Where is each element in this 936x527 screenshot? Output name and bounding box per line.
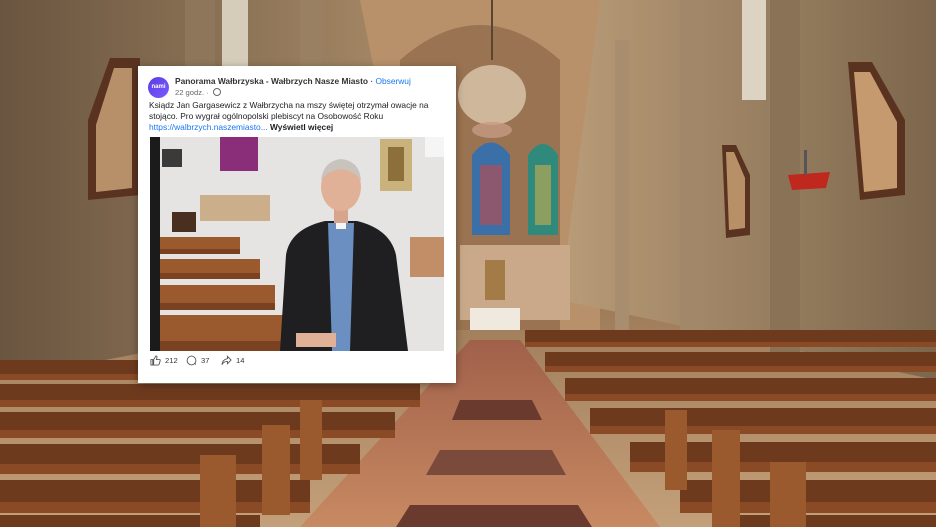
comment-count: 37 — [201, 356, 210, 365]
comment-button[interactable]: 37 — [186, 355, 209, 366]
page-name-link[interactable]: Panorama Wałbrzyska - Wałbrzych Nasze Mi… — [175, 76, 368, 86]
post-timestamp[interactable]: 22 godz. · — [175, 88, 221, 97]
thumbs-up-icon — [150, 355, 161, 366]
post-link[interactable]: https://walbrzych.naszemiasto... — [149, 122, 268, 132]
timestamp-separator: · — [206, 88, 209, 97]
share-button[interactable]: 14 — [221, 355, 244, 366]
page-avatar[interactable]: nami — [148, 77, 169, 98]
share-arrow-icon — [221, 355, 232, 365]
priest-photo-illustration — [150, 137, 444, 351]
social-post-card: nami Panorama Wałbrzyska - Wałbrzych Nas… — [138, 66, 456, 383]
comment-bubble-icon — [186, 355, 197, 366]
like-button[interactable]: 212 — [150, 355, 178, 366]
post-photo[interactable] — [150, 137, 444, 351]
post-body-text: Ksiądz Jan Gargasewicz z Wałbrzycha na m… — [149, 100, 429, 122]
see-more-button[interactable]: Wyświetl więcej — [270, 122, 333, 132]
timestamp-label[interactable]: 22 godz. — [175, 88, 204, 97]
separator-dot: · — [370, 76, 374, 86]
like-count: 212 — [165, 356, 178, 365]
post-header: nami Panorama Wałbrzyska - Wałbrzych Nas… — [148, 74, 448, 98]
share-count: 14 — [236, 356, 245, 365]
post-text: Ksiądz Jan Gargasewicz z Wałbrzycha na m… — [149, 100, 448, 134]
globe-icon — [212, 88, 221, 96]
follow-button[interactable]: Obserwuj — [375, 76, 410, 86]
page-name-line: Panorama Wałbrzyska - Wałbrzych Nasze Mi… — [175, 76, 411, 86]
